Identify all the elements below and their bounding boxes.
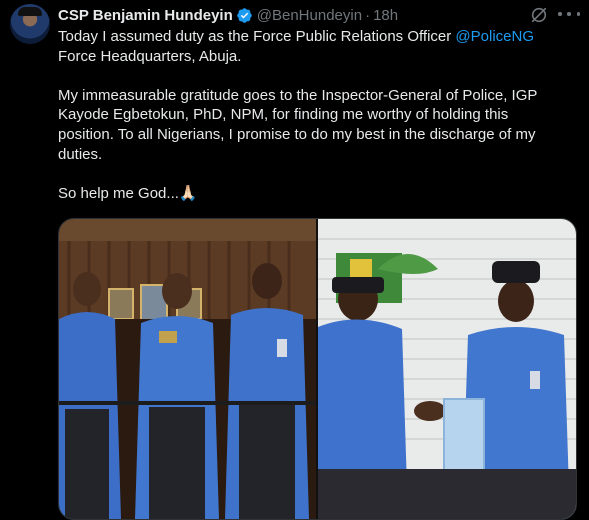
- header-separator: ·: [365, 6, 371, 24]
- tweet-line-2: Force Headquarters, Abuja.: [58, 47, 242, 65]
- author-handle[interactable]: @BenHundeyin: [257, 7, 362, 24]
- media-photo-right[interactable]: [318, 219, 576, 519]
- mention-link[interactable]: @PoliceNG: [455, 28, 534, 45]
- tweet-line-5: position. To all Nigerians, I promise to…: [58, 125, 536, 143]
- tweet-line-3: My immeasurable gratitude goes to the In…: [58, 86, 538, 104]
- tweet-line-6: duties.: [58, 145, 103, 163]
- tweet-line-4: Kayode Egbetokun, PhD, NPM, for finding …: [58, 106, 509, 124]
- author-avatar[interactable]: [10, 4, 50, 44]
- tweet-line-1: Today I assumed duty as the Force Public…: [58, 28, 535, 45]
- more-dots-icon[interactable]: [558, 4, 580, 24]
- tweet-text: Today I assumed duty as the Force Public…: [58, 27, 578, 203]
- tweet-header: CSP Benjamin Hundeyin @BenHundeyin · 18h: [58, 5, 398, 25]
- tweet-media: [58, 218, 577, 520]
- tweet-timestamp[interactable]: 18h: [373, 7, 398, 24]
- author-name[interactable]: CSP Benjamin Hundeyin: [58, 7, 233, 24]
- media-photo-left[interactable]: [59, 219, 316, 519]
- tweet-line-7: So help me God...🙏🏻: [58, 184, 198, 202]
- grok-icon[interactable]: [530, 6, 548, 24]
- verified-badge-icon: [237, 7, 252, 23]
